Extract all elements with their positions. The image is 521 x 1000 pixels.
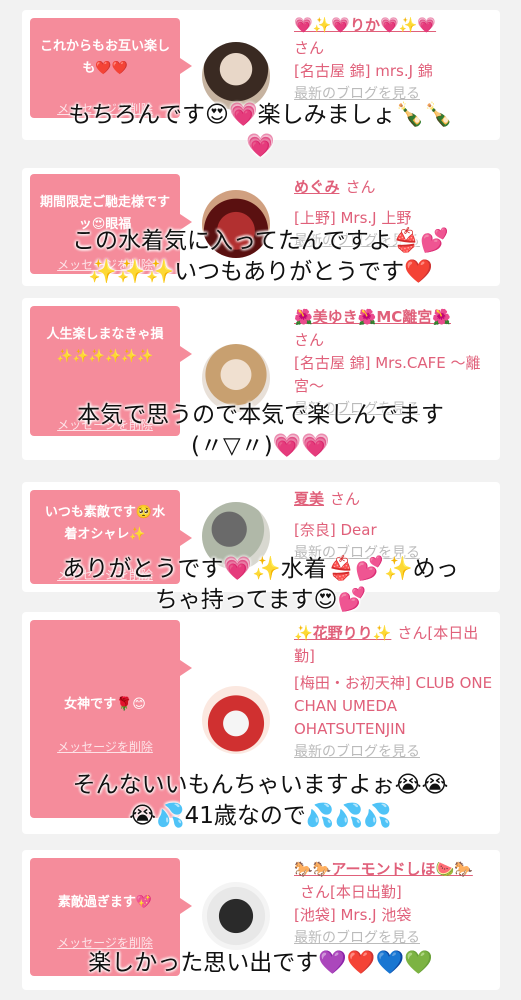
profile-info: 🐎🐎アーモンドしほ🍉🐎 さん[本日出勤] [池袋] Mrs.J 池袋 最新のブロ…: [294, 858, 494, 950]
profile-info: 💗✨💗りか💗✨💗 さん [名古屋 錦] mrs.J 錦 最新のブログを見る: [294, 14, 494, 106]
caption-overlay: ありがとうです💗✨水着👙💕✨めっ ちゃ持ってます😍💕: [62, 556, 459, 613]
caption-overlay: 楽しかった思い出です💜❤️💙💚: [88, 950, 433, 976]
store-name: [名古屋 錦] mrs.J 錦: [294, 62, 433, 80]
message-text: これからもお互い楽しも❤️❤️: [40, 39, 171, 76]
caption-overlay: 本気で思うので本気で楽しんでます (〃▽〃)💗💗: [77, 402, 444, 459]
caption-overlay: もちろんです😍💗楽しみましょ🍾🍾 💗: [68, 102, 453, 159]
caption-overlay: そんないいもんちゃいますよぉ😭😭 😭💦41歳なので💦💦💦: [72, 772, 449, 829]
girl-name-link[interactable]: 🌺美ゆき🌺MC離宮🌺: [294, 308, 451, 326]
honorific: さん: [330, 490, 361, 508]
message-text: いつも素敵です🥺水着オシャレ✨: [44, 505, 166, 542]
honorific: さん: [294, 39, 325, 57]
profile-info: ✨花野りり✨ さん[本日出勤] [梅田・お初天神] CLUB ONE CHAN U…: [294, 622, 494, 764]
store-name: [名古屋 錦] Mrs.CAFE 〜離宮〜: [294, 354, 481, 395]
avatar[interactable]: [202, 686, 270, 754]
caption-overlay: この水着気に入ってたんですよ👙💕 ✨✨✨いつもありがとうです❤️: [72, 228, 449, 285]
message-text: 女神です🌹😊: [64, 697, 146, 712]
delete-message-link[interactable]: メッセージを削除: [30, 736, 180, 758]
girl-name-link[interactable]: めぐみ: [294, 178, 339, 196]
store-name: [梅田・お初天神] CLUB ONE CHAN UMEDA OHATSUTENJ…: [294, 674, 493, 738]
store-name: [池袋] Mrs.J 池袋: [294, 906, 412, 924]
honorific: さん: [294, 331, 325, 349]
message-text: 素敵過ぎます💖: [57, 895, 153, 910]
latest-blog-link[interactable]: 最新のブログを見る: [294, 927, 494, 950]
message-text: 人生楽しまなきゃ損 ✨✨✨✨✨✨: [46, 327, 164, 364]
girl-name-link[interactable]: 夏美: [294, 490, 324, 508]
avatar[interactable]: [202, 882, 270, 950]
honorific: さん[本日出勤]: [300, 883, 402, 901]
latest-blog-link[interactable]: 最新のブログを見る: [294, 741, 494, 764]
honorific: さん: [345, 178, 376, 196]
girl-name-link[interactable]: 💗✨💗りか💗✨💗: [294, 16, 436, 34]
girl-name-link[interactable]: ✨花野りり✨: [294, 624, 391, 642]
girl-name-link[interactable]: 🐎🐎アーモンドしほ🍉🐎: [294, 860, 473, 878]
store-name: [奈良] Dear: [294, 521, 377, 539]
